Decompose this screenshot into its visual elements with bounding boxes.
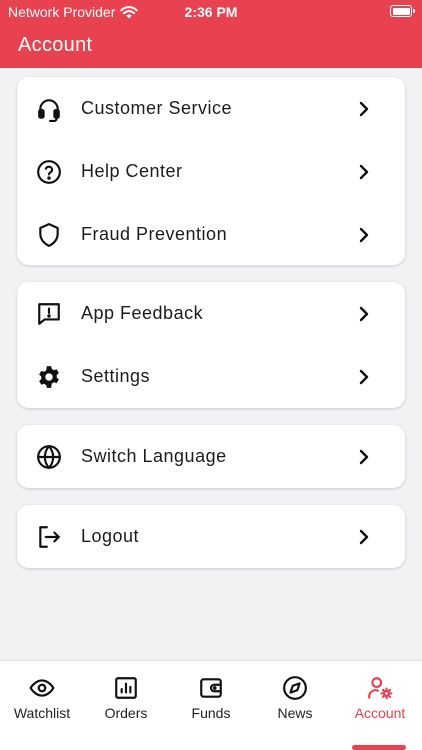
wallet-icon: [198, 675, 224, 701]
menu-item-label: App Feedback: [81, 303, 204, 323]
bottom-tab-bar: Watchlist Orders Funds News Account: [0, 660, 422, 750]
chevron-right-icon: [359, 529, 369, 545]
menu-item-settings[interactable]: Settings: [17, 345, 405, 408]
chevron-right-icon: [359, 306, 369, 322]
menu-card-language: Switch Language: [17, 425, 405, 488]
menu-item-label: Switch Language: [81, 446, 227, 466]
menu-item-switch-language[interactable]: Switch Language: [17, 425, 405, 488]
eye-icon: [29, 675, 55, 701]
compass-icon: [282, 675, 308, 701]
tab-label: News: [277, 705, 313, 721]
user-settings-icon: [367, 675, 393, 701]
help-circle-icon: [36, 159, 62, 185]
chevron-right-icon: [359, 369, 369, 385]
menu-item-label: Customer Service: [81, 98, 233, 118]
menu-item-label: Logout: [81, 526, 140, 546]
app-header: Network Provider 2:36 PM Account: [0, 0, 422, 68]
shield-icon: [36, 222, 62, 248]
tab-orders[interactable]: Orders: [84, 661, 168, 731]
home-indicator: [352, 745, 406, 750]
tab-watchlist[interactable]: Watchlist: [0, 661, 84, 731]
chevron-right-icon: [359, 449, 369, 465]
tab-funds[interactable]: Funds: [169, 661, 253, 731]
tab-label: Account: [354, 705, 406, 721]
gear-icon: [36, 364, 62, 390]
chevron-right-icon: [359, 101, 369, 117]
status-time: 2:36 PM: [184, 4, 238, 20]
menu-card-support: Customer Service Help Center Fraud Preve…: [17, 77, 405, 265]
headset-icon: [36, 96, 62, 122]
menu-card-app: App Feedback Settings: [17, 282, 405, 408]
tab-news[interactable]: News: [253, 661, 337, 731]
battery-icon: [390, 5, 415, 17]
menu-item-logout[interactable]: Logout: [17, 505, 405, 568]
menu-item-fraud-prevention[interactable]: Fraud Prevention: [17, 203, 405, 266]
tab-label: Watchlist: [13, 705, 71, 721]
menu-item-label: Fraud Prevention: [81, 224, 228, 244]
menu-card-logout: Logout: [17, 505, 405, 568]
menu-item-label: Settings: [81, 366, 151, 386]
status-bar: Network Provider 2:36 PM: [0, 0, 422, 24]
menu-item-customer-service[interactable]: Customer Service: [17, 77, 405, 140]
page-title: Account: [18, 34, 93, 56]
chevron-right-icon: [359, 164, 369, 180]
chevron-right-icon: [359, 227, 369, 243]
menu-item-help-center[interactable]: Help Center: [17, 140, 405, 203]
bar-chart-icon: [113, 675, 139, 701]
feedback-icon: [36, 301, 62, 327]
tab-account[interactable]: Account: [338, 661, 422, 731]
menu-item-label: Help Center: [81, 161, 183, 181]
globe-icon: [36, 444, 62, 470]
menu-item-app-feedback[interactable]: App Feedback: [17, 282, 405, 345]
tab-label: Funds: [191, 705, 231, 721]
logout-icon: [36, 524, 62, 550]
tab-label: Orders: [104, 705, 148, 721]
